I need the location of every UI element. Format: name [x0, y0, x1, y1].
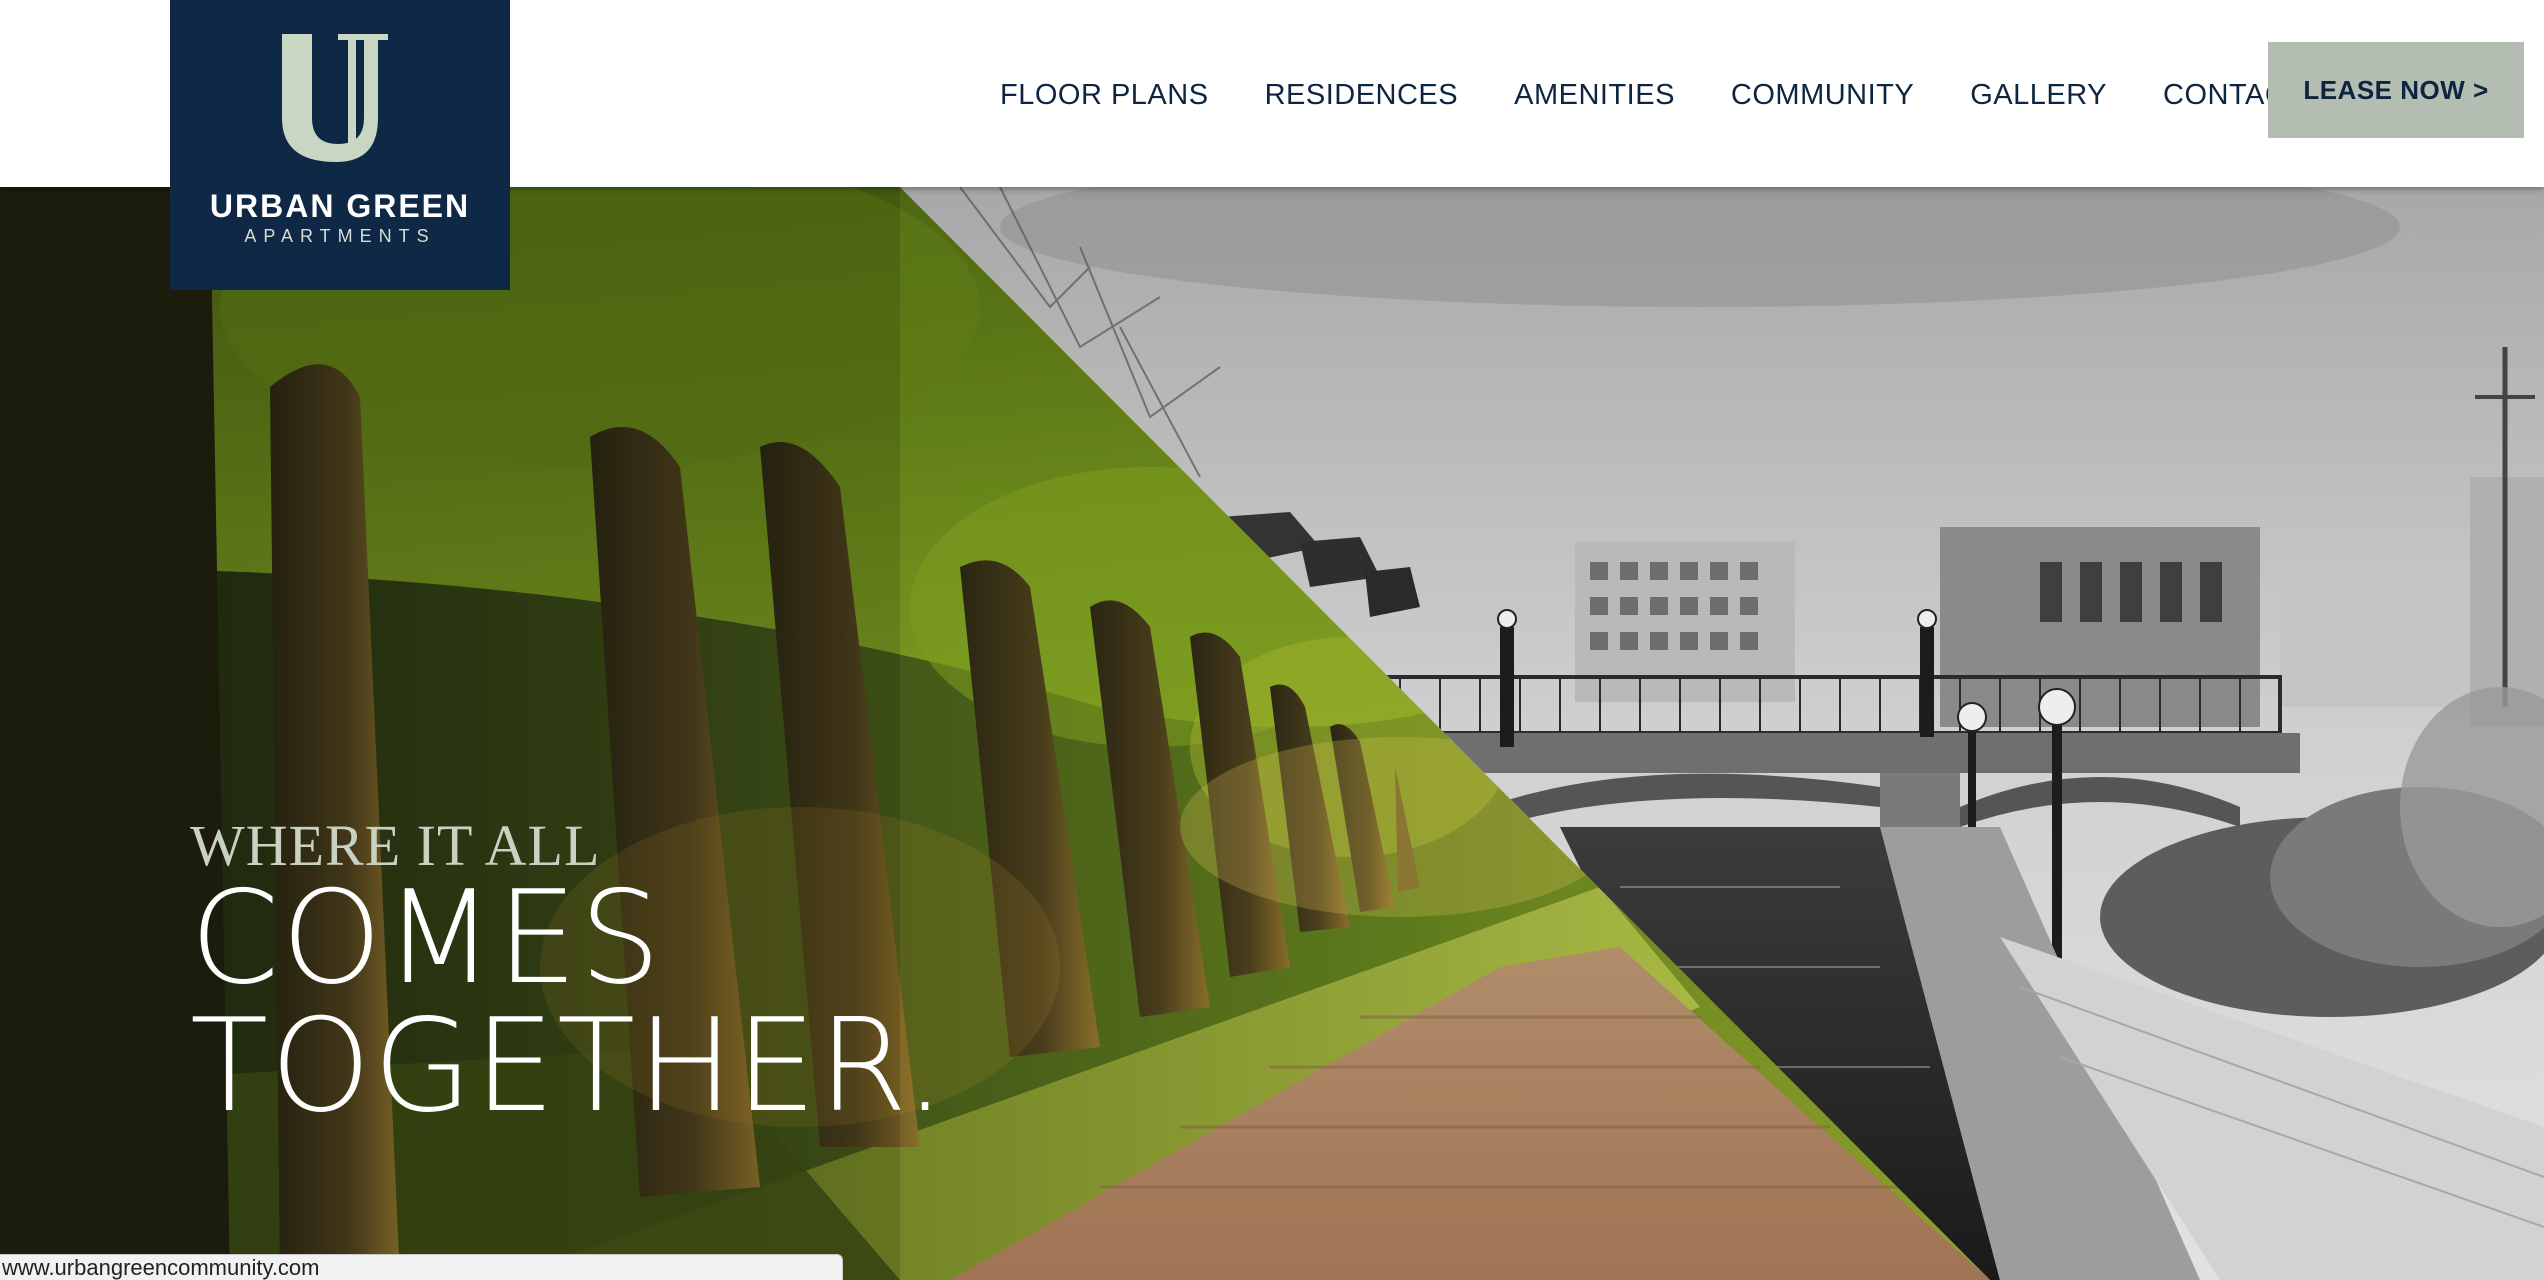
logo[interactable]: URBAN GREEN APARTMENTS — [170, 0, 510, 290]
hero-banner: WHERE IT ALL COMES TOGETHER. — [0, 187, 2544, 1280]
main-nav: FLOOR PLANS RESIDENCES AMENITIES COMMUNI… — [1000, 74, 2410, 116]
nav-amenities[interactable]: AMENITIES — [1514, 79, 1675, 112]
logo-name: URBAN GREEN — [209, 188, 471, 224]
status-bar-url: www.urbangreencommunity.com — [0, 1254, 843, 1280]
logo-u-icon — [282, 34, 388, 162]
nav-gallery[interactable]: GALLERY — [1970, 79, 2107, 112]
hero-headline-line2: COMES — [190, 864, 663, 1013]
nav-floor-plans[interactable]: FLOOR PLANS — [1000, 79, 1209, 112]
nav-community[interactable]: COMMUNITY — [1731, 79, 1914, 112]
logo-subtitle: APARTMENTS — [244, 226, 436, 246]
lease-now-button[interactable]: LEASE NOW > — [2268, 42, 2524, 138]
hero-headline-line3: TOGETHER. — [190, 992, 948, 1141]
hero-headline: WHERE IT ALL COMES TOGETHER. — [190, 817, 947, 1131]
nav-residences[interactable]: RESIDENCES — [1265, 79, 1459, 112]
page: WHERE IT ALL COMES TOGETHER. FLOOR PLANS… — [0, 0, 2544, 1280]
